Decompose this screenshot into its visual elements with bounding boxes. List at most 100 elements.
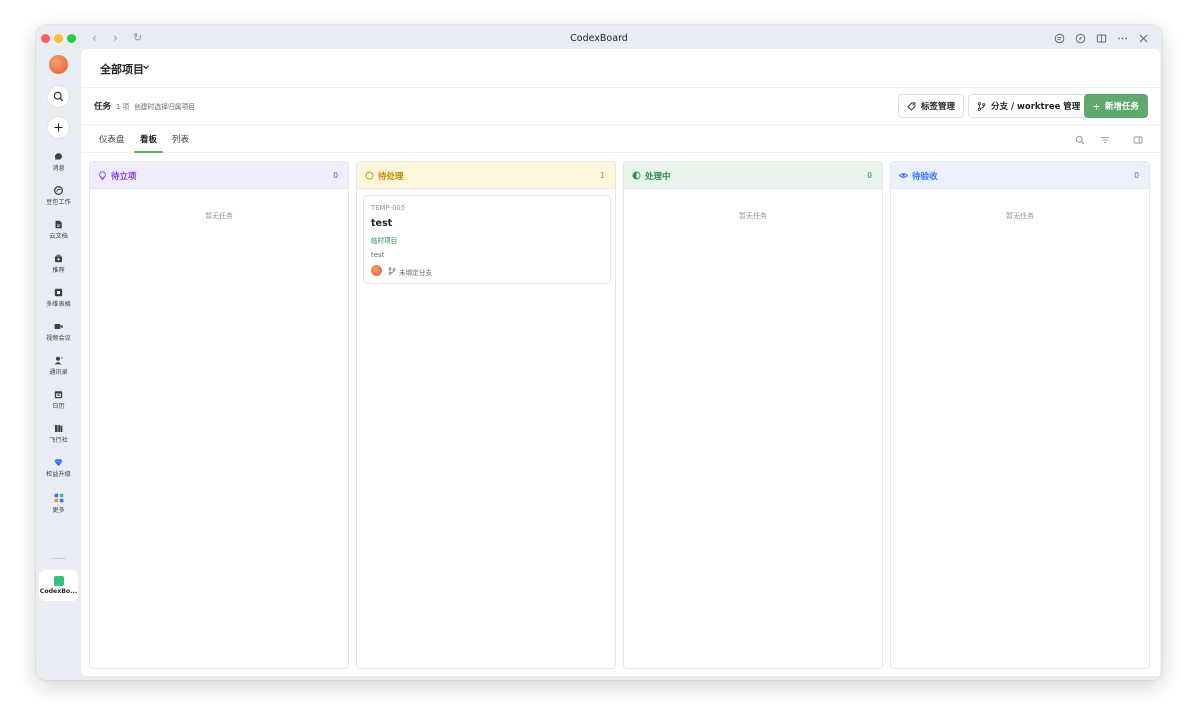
calendar-icon <box>54 391 63 399</box>
rail-divider <box>51 558 66 559</box>
eye-icon <box>899 171 908 180</box>
column-header: 待处理 1 <box>357 162 615 189</box>
half-circle-icon <box>632 171 641 180</box>
task-card[interactable]: TEMP-005 test 临时项目 test 未绑定分支 <box>363 195 611 284</box>
sidebar-item-label: 云文档 <box>49 233 68 240</box>
tab-kanban[interactable]: 看板 <box>140 133 157 145</box>
project-selector[interactable]: 全部项目 <box>100 61 144 77</box>
empty-state: 暂无任务 <box>1006 212 1034 220</box>
cloud-doc-icon <box>55 220 62 229</box>
column-title: 待处理 <box>378 172 404 182</box>
sidebar-item-label: 消息 <box>52 165 65 172</box>
assignee-avatar <box>371 265 382 276</box>
doubao-icon <box>54 186 63 195</box>
new-task-button[interactable]: 新增任务 <box>1084 94 1148 118</box>
user-avatar[interactable] <box>49 55 68 74</box>
sidebar-item-label: 视频会议 <box>46 335 71 342</box>
search-icon <box>53 91 64 102</box>
message-icon <box>54 153 62 161</box>
sidebar-item-label: 飞行社 <box>49 437 68 444</box>
sidebar-app-label: CodexBo... <box>39 588 78 595</box>
window-icon[interactable] <box>1096 33 1107 44</box>
panel-toggle-icon[interactable] <box>1133 135 1143 145</box>
add-button[interactable] <box>48 117 69 138</box>
project-tag: 临时项目 <box>371 237 398 245</box>
column-count: 0 <box>333 171 338 180</box>
more-apps-icon <box>54 493 63 503</box>
column-title: 待验收 <box>912 172 938 182</box>
column-count: 0 <box>1134 171 1139 180</box>
task-title: test <box>371 218 393 229</box>
bitable-icon <box>54 288 63 297</box>
column-in-progress: 处理中 0 暂无任务 <box>623 161 883 669</box>
codexboard-app-icon <box>53 576 64 586</box>
branch-status: 未绑定分支 <box>399 269 432 277</box>
window-title: CodexBoard <box>570 33 628 44</box>
sidebar-item-messages[interactable]: 消息 <box>36 152 81 172</box>
plus-icon <box>54 123 63 132</box>
empty-state: 暂无任务 <box>205 212 233 220</box>
sidebar-item-label: 权益升级 <box>46 471 71 478</box>
column-title: 处理中 <box>645 172 671 182</box>
circle-icon <box>365 171 374 180</box>
column-pending-review: 待验收 0 暂无任务 <box>890 161 1150 669</box>
sidebar-item-codexboard[interactable]: CodexBo... <box>39 570 78 601</box>
video-meeting-icon <box>54 324 63 329</box>
branch-icon <box>388 267 396 275</box>
sidebar-item-upgrade[interactable]: 权益升级 <box>36 458 81 478</box>
sidebar-item-label: 豆包工作 <box>46 199 71 206</box>
branch-manage-button[interactable]: 分支 / worktree 管理 <box>968 94 1090 118</box>
task-id: TEMP-005 <box>371 204 406 212</box>
sidebar-item-more[interactable]: 更多 <box>36 493 81 514</box>
tag-manage-label: 标签管理 <box>921 102 956 112</box>
close-icon[interactable] <box>1138 33 1149 44</box>
contacts-icon <box>54 356 63 365</box>
column-todo: 待处理 1 TEMP-005 test 临时项目 test 未绑定分支 <box>356 161 616 669</box>
column-header: 待验收 0 <box>891 162 1149 189</box>
chevron-down-icon[interactable] <box>142 63 150 73</box>
plus-icon <box>1093 103 1100 109</box>
project-bar: 全部项目 <box>81 49 1160 88</box>
column-count: 1 <box>600 171 605 180</box>
column-title: 待立项 <box>111 172 137 182</box>
view-tabs: 仪表盘 看板 列表 <box>81 126 1160 153</box>
compass-icon[interactable] <box>1075 33 1086 44</box>
task-header: 任务 1 项 创建时选择归属项目 标签管理 分支 / worktree 管理 新… <box>81 89 1160 125</box>
tag-icon <box>907 102 916 111</box>
new-task-label: 新增任务 <box>1104 102 1139 112</box>
branch-icon <box>977 101 986 111</box>
task-count: 1 项 <box>116 103 130 111</box>
main-content: 全部项目 任务 1 项 创建时选择归属项目 标签管理 分支 / worktree… <box>81 49 1160 676</box>
column-pending-approval: 待立项 0 暂无任务 <box>89 161 349 669</box>
sidebar-item-flight-club[interactable]: 飞行社 <box>36 424 81 444</box>
empty-state: 暂无任务 <box>739 212 767 220</box>
active-tab-indicator <box>134 151 163 153</box>
sidebar-item-calendar[interactable]: 日历 <box>36 390 81 410</box>
more-icon[interactable] <box>1117 33 1128 44</box>
tab-list[interactable]: 列表 <box>172 133 189 145</box>
column-header: 处理中 0 <box>624 162 882 189</box>
task-hint: 创建时选择归属项目 <box>134 103 196 111</box>
sidebar-item-bitable[interactable]: 多维表格 <box>36 288 81 308</box>
sidebar-item-label: 日历 <box>52 403 65 410</box>
task-description: test <box>371 251 385 259</box>
sidebar-item-cloud-docs[interactable]: 云文档 <box>36 220 81 240</box>
search-icon[interactable] <box>1075 135 1085 145</box>
page-title: 任务 <box>94 102 112 112</box>
branch-manage-label: 分支 / worktree 管理 <box>991 102 1081 112</box>
bulb-icon <box>98 171 107 180</box>
filter-icon[interactable] <box>1100 135 1110 145</box>
chat-icon[interactable] <box>1054 33 1065 44</box>
sidebar-item-recommend[interactable]: 推荐 <box>36 254 81 274</box>
left-rail: 消息 豆包工作 云文档 推荐 多维表格 视频会议 通讯录 日历 飞行社 权益升级… <box>36 52 81 680</box>
tab-dashboard[interactable]: 仪表盘 <box>99 133 125 145</box>
sidebar-item-label: 更多 <box>52 507 65 514</box>
search-button[interactable] <box>48 86 69 107</box>
diamond-icon <box>54 459 63 467</box>
sidebar-item-contacts[interactable]: 通讯录 <box>36 356 81 376</box>
sidebar-item-doubao[interactable]: 豆包工作 <box>36 186 81 206</box>
sidebar-item-label: 推荐 <box>52 267 65 274</box>
sidebar-item-label: 多维表格 <box>46 301 71 308</box>
sidebar-item-video-meeting[interactable]: 视频会议 <box>36 322 81 342</box>
tag-manage-button[interactable]: 标签管理 <box>898 94 965 118</box>
